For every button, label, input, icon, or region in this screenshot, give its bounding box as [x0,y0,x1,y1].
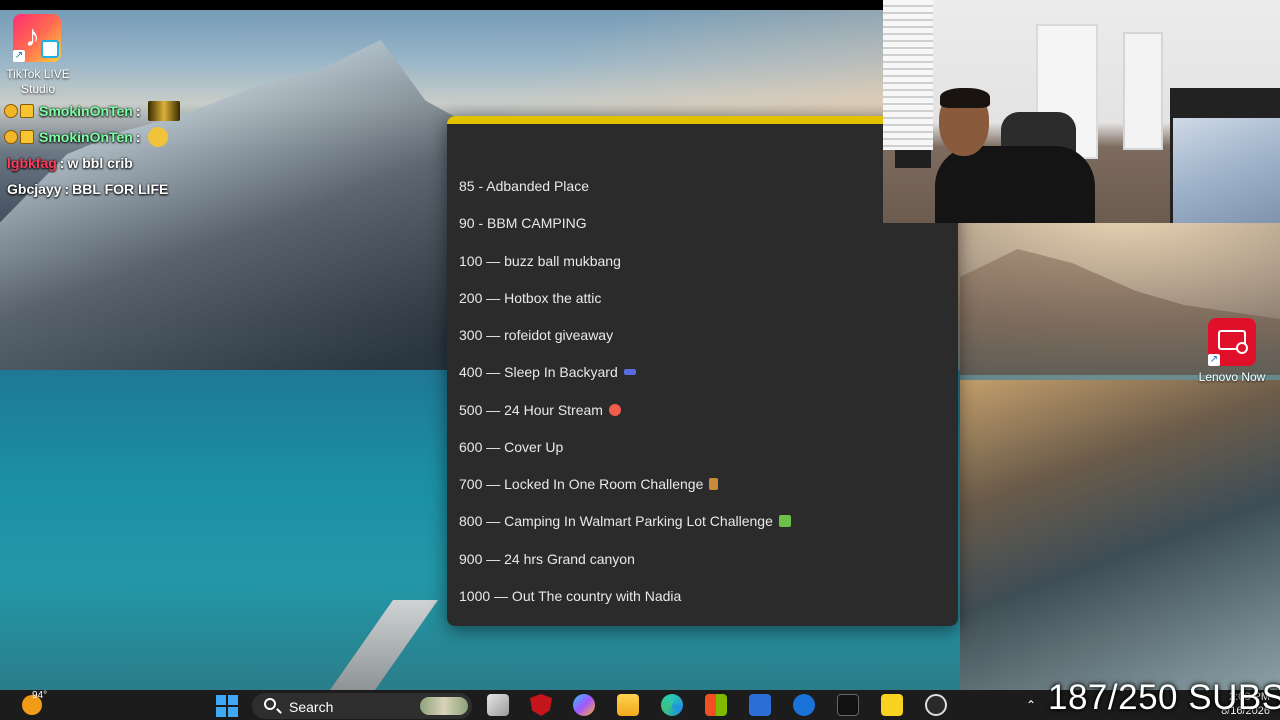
door-icon [709,478,719,490]
chat-username: Gbcjayy [7,181,62,197]
chevron-up-icon[interactable]: ⌃ [1026,698,1036,712]
chat-separator: : [135,129,141,145]
goal-text: 500 — 24 Hour Stream [459,402,603,418]
goal-text: 600 — Cover Up [459,439,564,455]
alarm-clock-icon [608,404,621,416]
goal-item: 100 — buzz ball mukbang [459,253,621,269]
chat-separator: : [59,155,65,171]
emote-icon [147,101,180,121]
streamer-hair [940,88,990,108]
chat-separator: : [135,103,141,119]
chat-message: SmokinOnTen : [4,98,180,124]
tiktok-badge-icon [41,40,59,58]
search-highlight-image [420,697,468,715]
outlook-icon[interactable] [793,694,815,716]
shortcut-arrow-icon: ↗ [13,50,25,62]
window-blinds [883,0,933,150]
goal-item: 300 — rofeidot giveaway [459,327,613,343]
shortcut-arrow-icon: ↗ [1208,354,1220,366]
copilot-icon[interactable] [573,694,595,716]
search-box[interactable]: Search [252,693,472,719]
edge-browser-icon[interactable] [661,694,683,716]
goal-item: 90 - BBM CAMPING [459,215,587,231]
chat-message: SmokinOnTen : [4,124,180,150]
goal-item: 200 — Hotbox the attic [459,290,601,306]
camping-icon [778,515,791,527]
search-placeholder: Search [289,699,334,715]
call-of-duty-icon[interactable] [837,694,859,716]
goal-item: 800 — Camping In Walmart Parking Lot Cha… [459,513,791,529]
tiktok-note-icon: ♪ [25,20,40,53]
chat-text: BBL FOR LIFE [72,181,169,197]
chat-username: SmokinOnTen [39,103,133,119]
crown-badge-icon [20,104,34,118]
fan-badge-icon [4,104,18,118]
room-door [1123,32,1163,150]
chat-message: Gbcjayy : BBL FOR LIFE [4,176,180,202]
goal-item: 900 — 24 hrs Grand canyon [459,551,635,567]
goal-text: 85 - Adbanded Place [459,178,589,194]
streamer-body [935,146,1095,223]
mcafee-icon[interactable] [530,694,552,716]
crown-badge-icon [20,130,34,144]
goal-item: 600 — Cover Up [459,439,563,455]
ribbon-icon [1236,342,1248,354]
task-view-icon[interactable] [487,694,509,716]
goal-text: 300 — rofeidot giveaway [459,327,614,343]
tiktok-live-studio-icon[interactable]: ♪ ↗ [13,14,61,62]
lenovo-vantage-icon[interactable] [749,694,771,716]
chat-overlay: SmokinOnTen : SmokinOnTen : lgbkfag : w … [4,98,180,202]
sticky-notes-icon[interactable] [881,694,903,716]
goal-text: 90 - BBM CAMPING [459,215,587,231]
sleeping-emoji-icon [623,369,636,375]
chat-username: SmokinOnTen [39,129,133,145]
goal-text: 200 — Hotbox the attic [459,290,602,306]
wallpaper-coast [960,380,1280,690]
goal-item: 85 - Adbanded Place [459,178,589,194]
chat-message: lgbkfag : w bbl crib [4,150,180,176]
goal-text: 100 — buzz ball mukbang [459,253,621,269]
panel-accent-bar [447,116,958,124]
goal-text: 1000 — Out The country with Nadia [459,588,682,604]
desk-monitor [895,150,931,168]
obs-studio-icon[interactable] [925,694,947,716]
bed-sheets [1173,118,1280,223]
sub-goals-panel: 85 - Adbanded Place 90 - BBM CAMPING 100… [447,116,958,626]
emoji-icon [147,127,168,147]
weather-temperature: 94° [32,690,48,701]
tiktok-live-studio-label: TikTok LIVE Studio [6,67,70,96]
lenovo-now-label: Lenovo Now [1198,370,1266,384]
goal-text: 400 — Sleep In Backyard [459,364,618,380]
goal-text: 900 — 24 hrs Grand canyon [459,551,635,567]
goal-text: 700 — Locked In One Room Challenge [459,476,704,492]
microsoft-store-icon[interactable] [705,694,727,716]
fan-badge-icon [4,130,18,144]
goal-item: 400 — Sleep In Backyard [459,364,636,380]
sub-goal-counter: 187/250 SUBS [1048,678,1280,717]
search-icon [264,698,276,710]
chat-separator: : [64,181,70,197]
goal-text: 800 — Camping In Walmart Parking Lot Cha… [459,513,773,529]
windows-start-icon[interactable] [216,695,238,717]
goal-item: 500 — 24 Hour Stream [459,402,621,418]
goal-item: 700 — Locked In One Room Challenge [459,476,719,492]
webcam-overlay [883,0,1280,223]
chat-username: lgbkfag [7,155,57,171]
goal-item: 1000 — Out The country with Nadia [459,588,681,604]
chat-text: w bbl crib [67,155,133,171]
file-explorer-icon[interactable] [617,694,639,716]
lenovo-now-icon[interactable]: ↗ [1208,318,1256,366]
